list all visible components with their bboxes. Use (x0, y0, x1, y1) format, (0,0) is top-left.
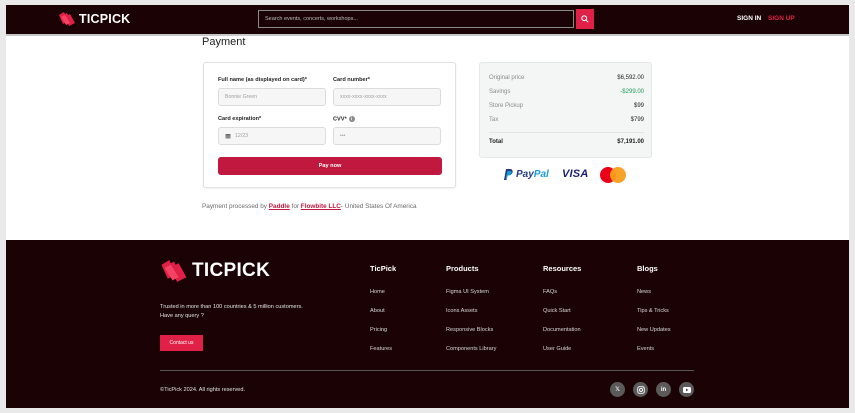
summary-value: $99 (633, 103, 644, 109)
search-input[interactable] (258, 10, 574, 28)
full-name-field[interactable]: Bonnie Green (218, 88, 326, 106)
flowbite-link[interactable]: Flowbite LLC (301, 203, 341, 210)
instagram-icon[interactable] (633, 382, 648, 397)
card-number-field[interactable]: xxxx-xxxx-xxxx-xxxx (333, 88, 441, 106)
paypal-wordmark-pay: Pay (516, 169, 534, 180)
header-divider (6, 34, 849, 36)
paypal-wordmark-pal: Pal (533, 169, 549, 180)
savings-value: -$299.00 (620, 89, 644, 95)
pay-now-button[interactable]: Pay now (218, 157, 442, 175)
brand-logo[interactable]: TICPICK (58, 11, 130, 27)
footer-link[interactable]: Tips & Tricks (637, 308, 669, 314)
processed-note: Payment processed by Paddle for Flowbite… (202, 203, 417, 210)
mastercard-icon (600, 167, 626, 183)
cvv-label-wrap: CVV* i (333, 116, 355, 122)
calendar-icon (225, 134, 231, 139)
ticket-logo-icon (59, 12, 75, 26)
summary-row: Original price $6,592.00 (489, 75, 644, 81)
footer-column-title: Products (446, 264, 479, 273)
summary-row: Savings -$299.00 (489, 89, 644, 95)
copyright: ©TicPick 2024. All rights reserved. (160, 387, 246, 393)
full-name-placeholder: Bonnie Green (225, 94, 258, 100)
summary-label: Original price (489, 75, 525, 81)
linkedin-icon[interactable]: in (656, 382, 671, 397)
footer-column-products: Products Figma UI System Icons Assets Re… (446, 264, 496, 352)
expiration-field[interactable]: 12/23 (218, 127, 326, 145)
summary-value: $6,592.00 (617, 75, 644, 81)
paddle-link[interactable]: Paddle (269, 203, 290, 210)
footer-link[interactable]: Figma UI System (446, 289, 489, 295)
footer-link[interactable]: Documentation (543, 327, 581, 333)
summary-row: Store Pickup $99 (489, 103, 644, 109)
footer-link[interactable]: User Guide (543, 346, 571, 352)
summary-divider (489, 132, 644, 133)
search-button[interactable] (576, 9, 594, 29)
footer-link[interactable]: About (370, 308, 385, 314)
payment-form: Full name (as displayed on card)* Bonnie… (203, 62, 456, 188)
processed-for: for (291, 203, 300, 210)
footer-divider (160, 370, 694, 371)
footer-link[interactable]: FAQs (543, 289, 557, 295)
expiration-placeholder: 12/23 (235, 133, 248, 139)
footer-link[interactable]: Components Library (446, 346, 496, 352)
sign-up-link[interactable]: SIGN UP (768, 15, 795, 22)
footer-tagline: Trusted in more than 100 countries & 5 m… (160, 304, 303, 319)
processed-suffix: - United States Of America (340, 203, 417, 210)
card-number-placeholder: xxxx-xxxx-xxxx-xxxx (340, 94, 387, 100)
footer-column-ticpick: TicPick Home About Pricing Features (370, 264, 397, 352)
summary-label: Tax (489, 117, 499, 123)
paypal-logo: PayPal (504, 169, 549, 180)
footer-link[interactable]: Pricing (370, 327, 387, 333)
footer-link[interactable]: Features (370, 346, 392, 352)
expiration-label: Card expiration* (218, 116, 262, 122)
page: TICPICK SIGN IN SIGN UP Payment Full nam… (6, 5, 849, 408)
summary-value: $799 (630, 117, 644, 123)
page-title: Payment (202, 36, 246, 48)
footer-column-blogs: Blogs News Tips & Tricks New Updates Eve… (637, 264, 671, 352)
brand-name: TICPICK (79, 12, 131, 26)
footer-link[interactable]: New Updates (637, 327, 671, 333)
summary-row: Tax $799 (489, 117, 644, 123)
footer-brand-name: TICPICK (192, 260, 271, 281)
footer-column-resources: Resources FAQs Quick Start Documentation… (543, 264, 582, 352)
order-summary: Original price $6,592.00 Savings -$299.0… (479, 62, 652, 158)
total-label: Total (489, 139, 503, 145)
footer-link[interactable]: News (637, 289, 651, 295)
x-icon[interactable]: 𝕏 (610, 382, 625, 397)
summary-label: Store Pickup (489, 103, 524, 109)
summary-label: Savings (489, 89, 511, 95)
footer-column-title: TicPick (370, 264, 397, 273)
paypal-wordmark: PayPal (516, 169, 549, 180)
footer-link[interactable]: Icons Assets (446, 308, 477, 314)
top-navbar: TICPICK SIGN IN SIGN UP (6, 5, 849, 34)
search-icon (581, 15, 589, 23)
processed-prefix: Payment processed by (202, 203, 268, 210)
youtube-icon[interactable] (679, 382, 694, 397)
info-icon[interactable]: i (348, 116, 355, 122)
footer-link[interactable]: Responsive Blocks (446, 327, 493, 333)
ticket-logo-icon (161, 260, 187, 282)
sign-in-link[interactable]: SIGN IN (737, 15, 761, 22)
cvv-placeholder: ••• (340, 133, 346, 139)
summary-total-row: Total $7,191.00 (489, 139, 644, 145)
cvv-field[interactable]: ••• (333, 127, 441, 145)
visa-logo: VISA (562, 168, 589, 180)
footer-column-title: Blogs (637, 264, 658, 273)
footer-logo[interactable]: TICPICK (160, 258, 270, 284)
footer-link[interactable]: Quick Start (543, 308, 571, 314)
cvv-label: CVV* (333, 116, 347, 123)
full-name-label: Full name (as displayed on card)* (218, 77, 307, 83)
total-value: $7,191.00 (617, 139, 644, 145)
paypal-icon (504, 169, 513, 180)
footer-link[interactable]: Events (637, 346, 654, 352)
contact-us-button[interactable]: Contact us (160, 335, 203, 351)
footer-column-title: Resources (543, 264, 582, 273)
footer: TICPICK Trusted in more than 100 countri… (6, 240, 849, 408)
footer-link[interactable]: Home (370, 289, 385, 295)
card-number-label: Card number* (333, 77, 370, 83)
